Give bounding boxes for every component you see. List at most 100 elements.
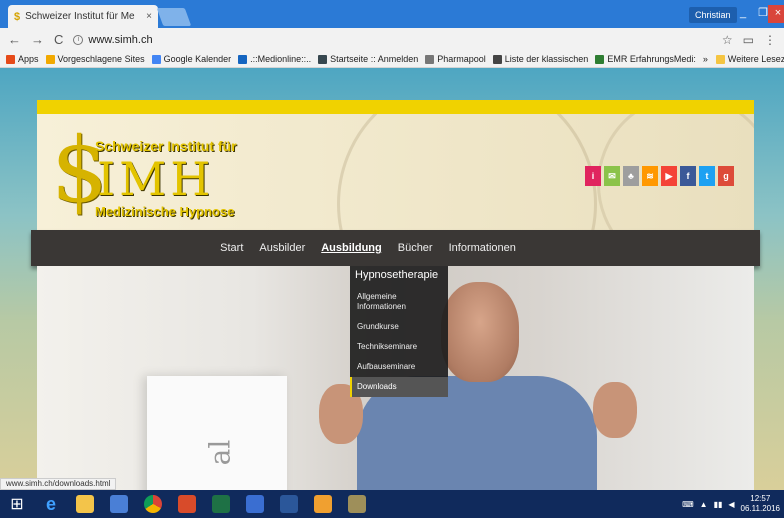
back-arrow-icon[interactable]: ← <box>8 32 21 47</box>
taskbar-app5[interactable] <box>170 490 204 518</box>
nav-buecher[interactable]: Bücher <box>390 242 441 254</box>
app-icon <box>246 495 264 513</box>
page-icon <box>425 54 435 64</box>
word-icon <box>280 495 298 513</box>
minimize-button[interactable]: _ <box>732 5 754 23</box>
hero-person-head <box>441 282 519 382</box>
site-top-bar <box>37 100 754 114</box>
dropdown-item-downloads[interactable]: Downloads <box>350 377 448 397</box>
tab-close-icon[interactable]: × <box>146 11 152 22</box>
internet-explorer-icon: e <box>45 493 56 514</box>
nav-start[interactable]: Start <box>212 242 251 254</box>
excel-icon <box>212 495 230 513</box>
hero-hand-right <box>593 382 637 438</box>
bing-icon <box>45 54 55 64</box>
bookmarks-bar: Apps Vorgeschlagene Sites Google Kalende… <box>0 51 784 68</box>
app-icon <box>314 495 332 513</box>
file-explorer-icon <box>76 495 94 513</box>
keyboard-icon[interactable]: ⌨ <box>682 500 694 509</box>
reload-icon[interactable]: C <box>54 32 63 47</box>
bookmark-star-icon[interactable]: ☆ <box>722 33 733 47</box>
nav-ausbilder[interactable]: Ausbilder <box>251 242 313 254</box>
link-status-bar: www.simh.ch/downloads.html <box>0 478 117 490</box>
hero-wall-panel <box>147 376 287 490</box>
chrome-icon <box>144 495 162 513</box>
site-header: $ Schweizer Institut für IMH Medizinisch… <box>37 114 754 230</box>
app-icon <box>348 495 366 513</box>
network-icon[interactable]: ▮▮ <box>714 500 723 509</box>
url-field[interactable]: i www.simh.ch <box>73 31 712 49</box>
taskbar-ie[interactable]: e <box>34 490 68 518</box>
url-text: www.simh.ch <box>88 33 153 46</box>
bookmark-emr[interactable]: EMR ErfahrungsMedi: <box>595 54 696 64</box>
bookmark-apps[interactable]: Apps <box>6 54 39 64</box>
bookmark-startseite[interactable]: Startseite :: Anmelden <box>318 54 418 64</box>
bookmarks-more-button[interactable]: » <box>703 54 708 64</box>
logo-line-2: IMH <box>97 152 215 206</box>
rss-icon[interactable]: ≋ <box>642 166 658 186</box>
emr-icon <box>595 54 605 64</box>
app-icon <box>178 495 196 513</box>
browser-tabstrip: $ Schweizer Institut für Me × Christian … <box>0 0 784 28</box>
bookmark-suggested[interactable]: Vorgeschlagene Sites <box>45 54 145 64</box>
taskbar-word[interactable] <box>272 490 306 518</box>
google-plus-icon[interactable]: g <box>718 166 734 186</box>
bookmark-other-folder[interactable]: Weitere Lesezeichen <box>715 54 784 64</box>
page-viewport: $ Schweizer Institut für IMH Medizinisch… <box>0 68 784 490</box>
wikipedia-icon <box>492 54 502 64</box>
facebook-icon[interactable]: f <box>680 166 696 186</box>
taskbar-app9[interactable] <box>306 490 340 518</box>
profile-badge[interactable]: Christian <box>689 7 737 23</box>
bookmark-wikipedia[interactable]: Liste der klassischen <box>492 54 588 64</box>
bookmark-medionline[interactable]: .::Medionline::.. <box>238 54 311 64</box>
grid-icon <box>238 54 248 64</box>
tab-title: Schweizer Institut für Me <box>25 11 135 22</box>
site-logo[interactable]: $ Schweizer Institut für IMH Medizinisch… <box>51 126 271 222</box>
logo-line-3: Medizinische Hypnose <box>95 204 235 219</box>
app-icon <box>110 495 128 513</box>
forward-arrow-icon[interactable]: → <box>31 32 44 47</box>
windows-taskbar: ⊞ e ⌨ ▲ ▮▮ ◀ 12:57 06.11.2016 <box>0 490 784 518</box>
social-icons: i ✉ ♣ ≋ ▶ f t g <box>585 166 734 186</box>
twitter-icon[interactable]: t <box>699 166 715 186</box>
browser-tab[interactable]: $ Schweizer Institut für Me × <box>8 5 158 28</box>
windows-logo-icon: ⊞ <box>10 496 24 513</box>
main-navigation: Start Ausbilder Ausbildung Bücher Inform… <box>31 230 760 266</box>
dropdown-item-grundkurse[interactable]: Grundkurse <box>350 317 448 337</box>
apps-grid-icon <box>6 54 15 64</box>
tray-expand-icon[interactable]: ▲ <box>700 500 708 509</box>
bookmark-pharmapool[interactable]: Pharmapool <box>425 54 486 64</box>
taskbar-excel[interactable] <box>204 490 238 518</box>
site-favicon-icon: $ <box>14 10 21 23</box>
taskbar-app3[interactable] <box>102 490 136 518</box>
taskbar-chrome[interactable] <box>136 490 170 518</box>
clock-background-graphic <box>337 114 597 230</box>
menu-icon[interactable]: ⋮ <box>764 33 776 47</box>
dropdown-item-aufbauseminare[interactable]: Aufbauseminare <box>350 357 448 377</box>
dropdown-item-allgemeine[interactable]: Allgemeine Informationen <box>350 287 448 317</box>
taskbar-explorer[interactable] <box>68 490 102 518</box>
bookmark-google-calendar[interactable]: Google Kalender <box>151 54 231 64</box>
sitemap-icon[interactable]: ♣ <box>623 166 639 186</box>
new-tab-button[interactable] <box>156 8 192 26</box>
dropdown-item-technikseminare[interactable]: Technikseminare <box>350 337 448 357</box>
youtube-icon[interactable]: ▶ <box>661 166 677 186</box>
taskbar-app10[interactable] <box>340 490 374 518</box>
taskbar-app7[interactable] <box>238 490 272 518</box>
nav-ausbildung[interactable]: Ausbildung <box>313 242 390 254</box>
dropdown-heading[interactable]: Hypnosetherapie <box>350 266 448 287</box>
page-info-icon[interactable]: i <box>73 34 84 45</box>
email-icon[interactable]: ✉ <box>604 166 620 186</box>
taskbar-clock[interactable]: 12:57 06.11.2016 <box>741 494 780 514</box>
ausbildung-dropdown: Hypnosetherapie Allgemeine Informationen… <box>350 266 448 397</box>
start-button[interactable]: ⊞ <box>0 490 34 518</box>
folder-icon <box>715 54 725 64</box>
system-tray: ⌨ ▲ ▮▮ ◀ 12:57 06.11.2016 <box>682 494 784 514</box>
nav-informationen[interactable]: Informationen <box>441 242 524 254</box>
site-container: $ Schweizer Institut für IMH Medizinisch… <box>31 100 760 490</box>
cast-icon[interactable]: ▭ <box>743 33 754 47</box>
volume-icon[interactable]: ◀ <box>728 500 734 509</box>
close-window-button[interactable]: × <box>768 5 784 23</box>
mail-icon <box>318 54 328 64</box>
info-icon[interactable]: i <box>585 166 601 186</box>
